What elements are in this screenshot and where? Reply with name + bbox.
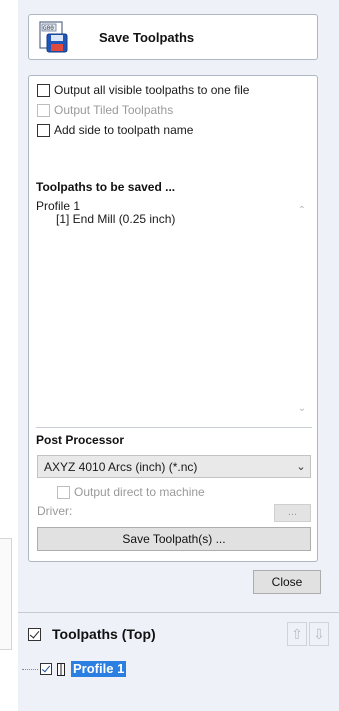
save-toolpaths-panel: G00 Save Toolpaths Output all visible to… [18, 0, 339, 711]
tree-item-label[interactable]: Profile 1 [71, 661, 127, 677]
chevron-down-icon: ⌄ [296, 461, 306, 473]
toolpaths-tree-header: Toolpaths (Top) ⇧ ⇩ [18, 613, 339, 655]
move-up-icon[interactable]: ⇧ [287, 622, 307, 646]
save-toolpaths-button[interactable]: Save Toolpath(s) ... [37, 527, 311, 551]
option-label: Output direct to machine [74, 485, 205, 499]
save-gcode-icon: G00 [39, 21, 68, 53]
toolpaths-to-save-title: Toolpaths to be saved ... [36, 180, 176, 194]
left-strip-frame [0, 538, 12, 650]
post-processor-select[interactable]: AXYZ 4010 Arcs (inch) (*.nc) ⌄ [37, 455, 311, 478]
scroll-down-icon[interactable]: ⌄ [296, 403, 308, 415]
tree-connector [22, 668, 38, 670]
options-box: Output all visible toolpaths to one file… [28, 75, 318, 562]
left-strip [0, 0, 18, 711]
list-item: [1] End Mill (0.25 inch) [56, 212, 176, 226]
toolpaths-list[interactable]: Profile 1 [1] End Mill (0.25 inch) ⌃ ⌄ [36, 200, 312, 415]
checkbox[interactable] [37, 103, 50, 117]
move-down-icon[interactable]: ⇩ [309, 622, 329, 646]
panel-header: G00 Save Toolpaths [28, 14, 318, 60]
post-processor-value: AXYZ 4010 Arcs (inch) (*.nc) [44, 459, 198, 474]
driver-browse-button[interactable]: ... [274, 504, 311, 522]
checkbox[interactable] [37, 123, 50, 137]
svg-text:G00: G00 [43, 25, 54, 32]
panel-title: Save Toolpaths [99, 29, 195, 45]
toolpath-visibility-checkbox[interactable] [40, 663, 52, 675]
option-label: Output Tiled Toolpaths [54, 103, 174, 117]
option-all-visible-one-file[interactable]: Output all visible toolpaths to one file [37, 81, 249, 99]
option-label: Output all visible toolpaths to one file [54, 83, 250, 97]
end-mill-icon [57, 662, 65, 676]
divider [36, 427, 312, 428]
scroll-up-icon[interactable]: ⌃ [296, 205, 308, 217]
checkbox[interactable] [37, 83, 50, 97]
option-output-tiled[interactable]: Output Tiled Toolpaths [37, 101, 173, 119]
toolpaths-tree-title: Toolpaths (Top) [52, 626, 156, 642]
output-direct-to-machine[interactable]: Output direct to machine [57, 483, 205, 501]
option-add-side-name[interactable]: Add side to toolpath name [37, 121, 193, 139]
post-processor-title: Post Processor [36, 433, 125, 447]
checkbox[interactable] [57, 485, 70, 499]
driver-label: Driver: [37, 504, 73, 518]
close-button[interactable]: Close [253, 570, 321, 594]
option-label: Add side to toolpath name [54, 123, 194, 137]
tree-item-profile-1[interactable]: Profile 1 [18, 660, 339, 678]
toolpaths-visibility-checkbox[interactable] [28, 627, 41, 641]
